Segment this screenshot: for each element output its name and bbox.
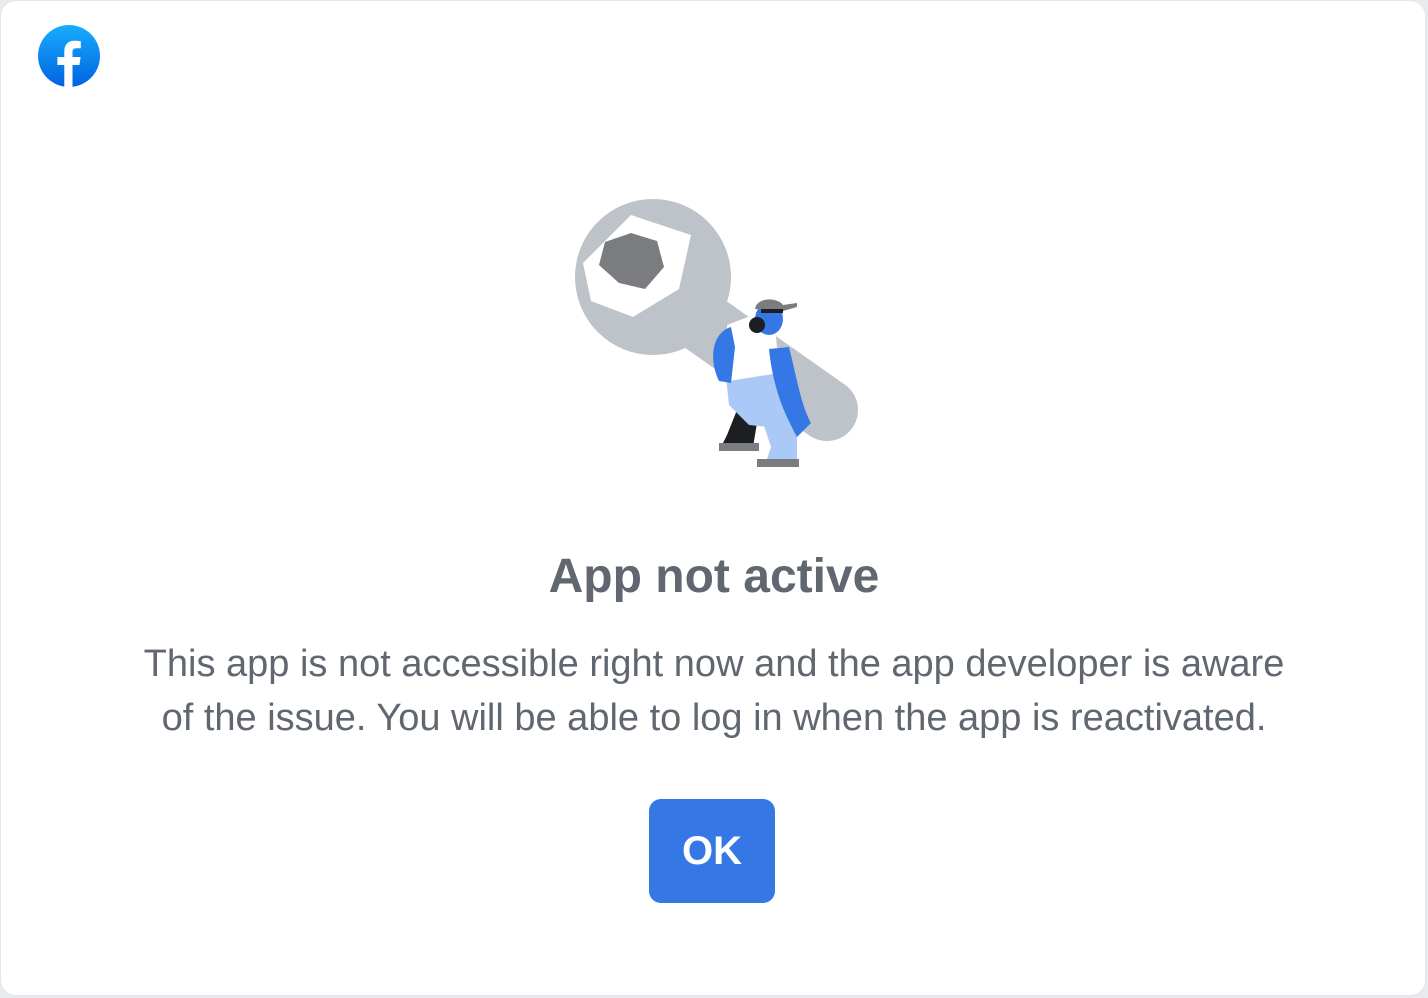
app-not-active-dialog: App not active This app is not accessibl… xyxy=(0,0,1426,996)
worker-carrying-wrench-illustration xyxy=(561,197,871,479)
dialog-title: App not active xyxy=(548,550,880,603)
dialog-message-line-1: This app is not accessible right now and… xyxy=(143,643,1285,685)
dialog-message-line-2: of the issue. You will be able to log in… xyxy=(161,697,1267,739)
ok-button[interactable]: OK xyxy=(649,799,775,903)
dialog-message: This app is not accessible right now and… xyxy=(1,637,1427,745)
facebook-logo-icon xyxy=(38,25,100,87)
